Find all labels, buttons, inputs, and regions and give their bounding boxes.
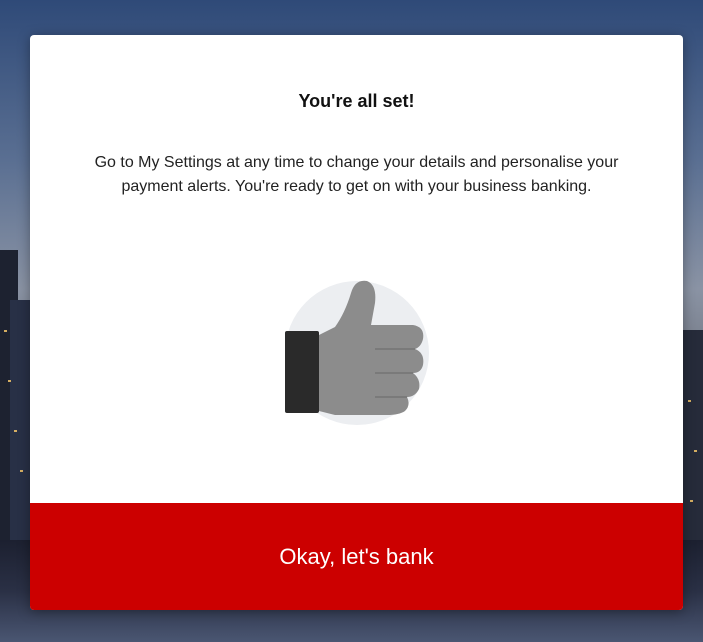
thumbs-up-icon bbox=[275, 273, 435, 433]
dialog-title: You're all set! bbox=[298, 91, 415, 111]
dialog-message: Go to My Settings at any time to change … bbox=[94, 154, 619, 195]
okay-lets-bank-button[interactable]: Okay, let's bank bbox=[30, 503, 683, 610]
setup-complete-dialog: You're all set! Go to My Settings at any… bbox=[30, 35, 683, 610]
